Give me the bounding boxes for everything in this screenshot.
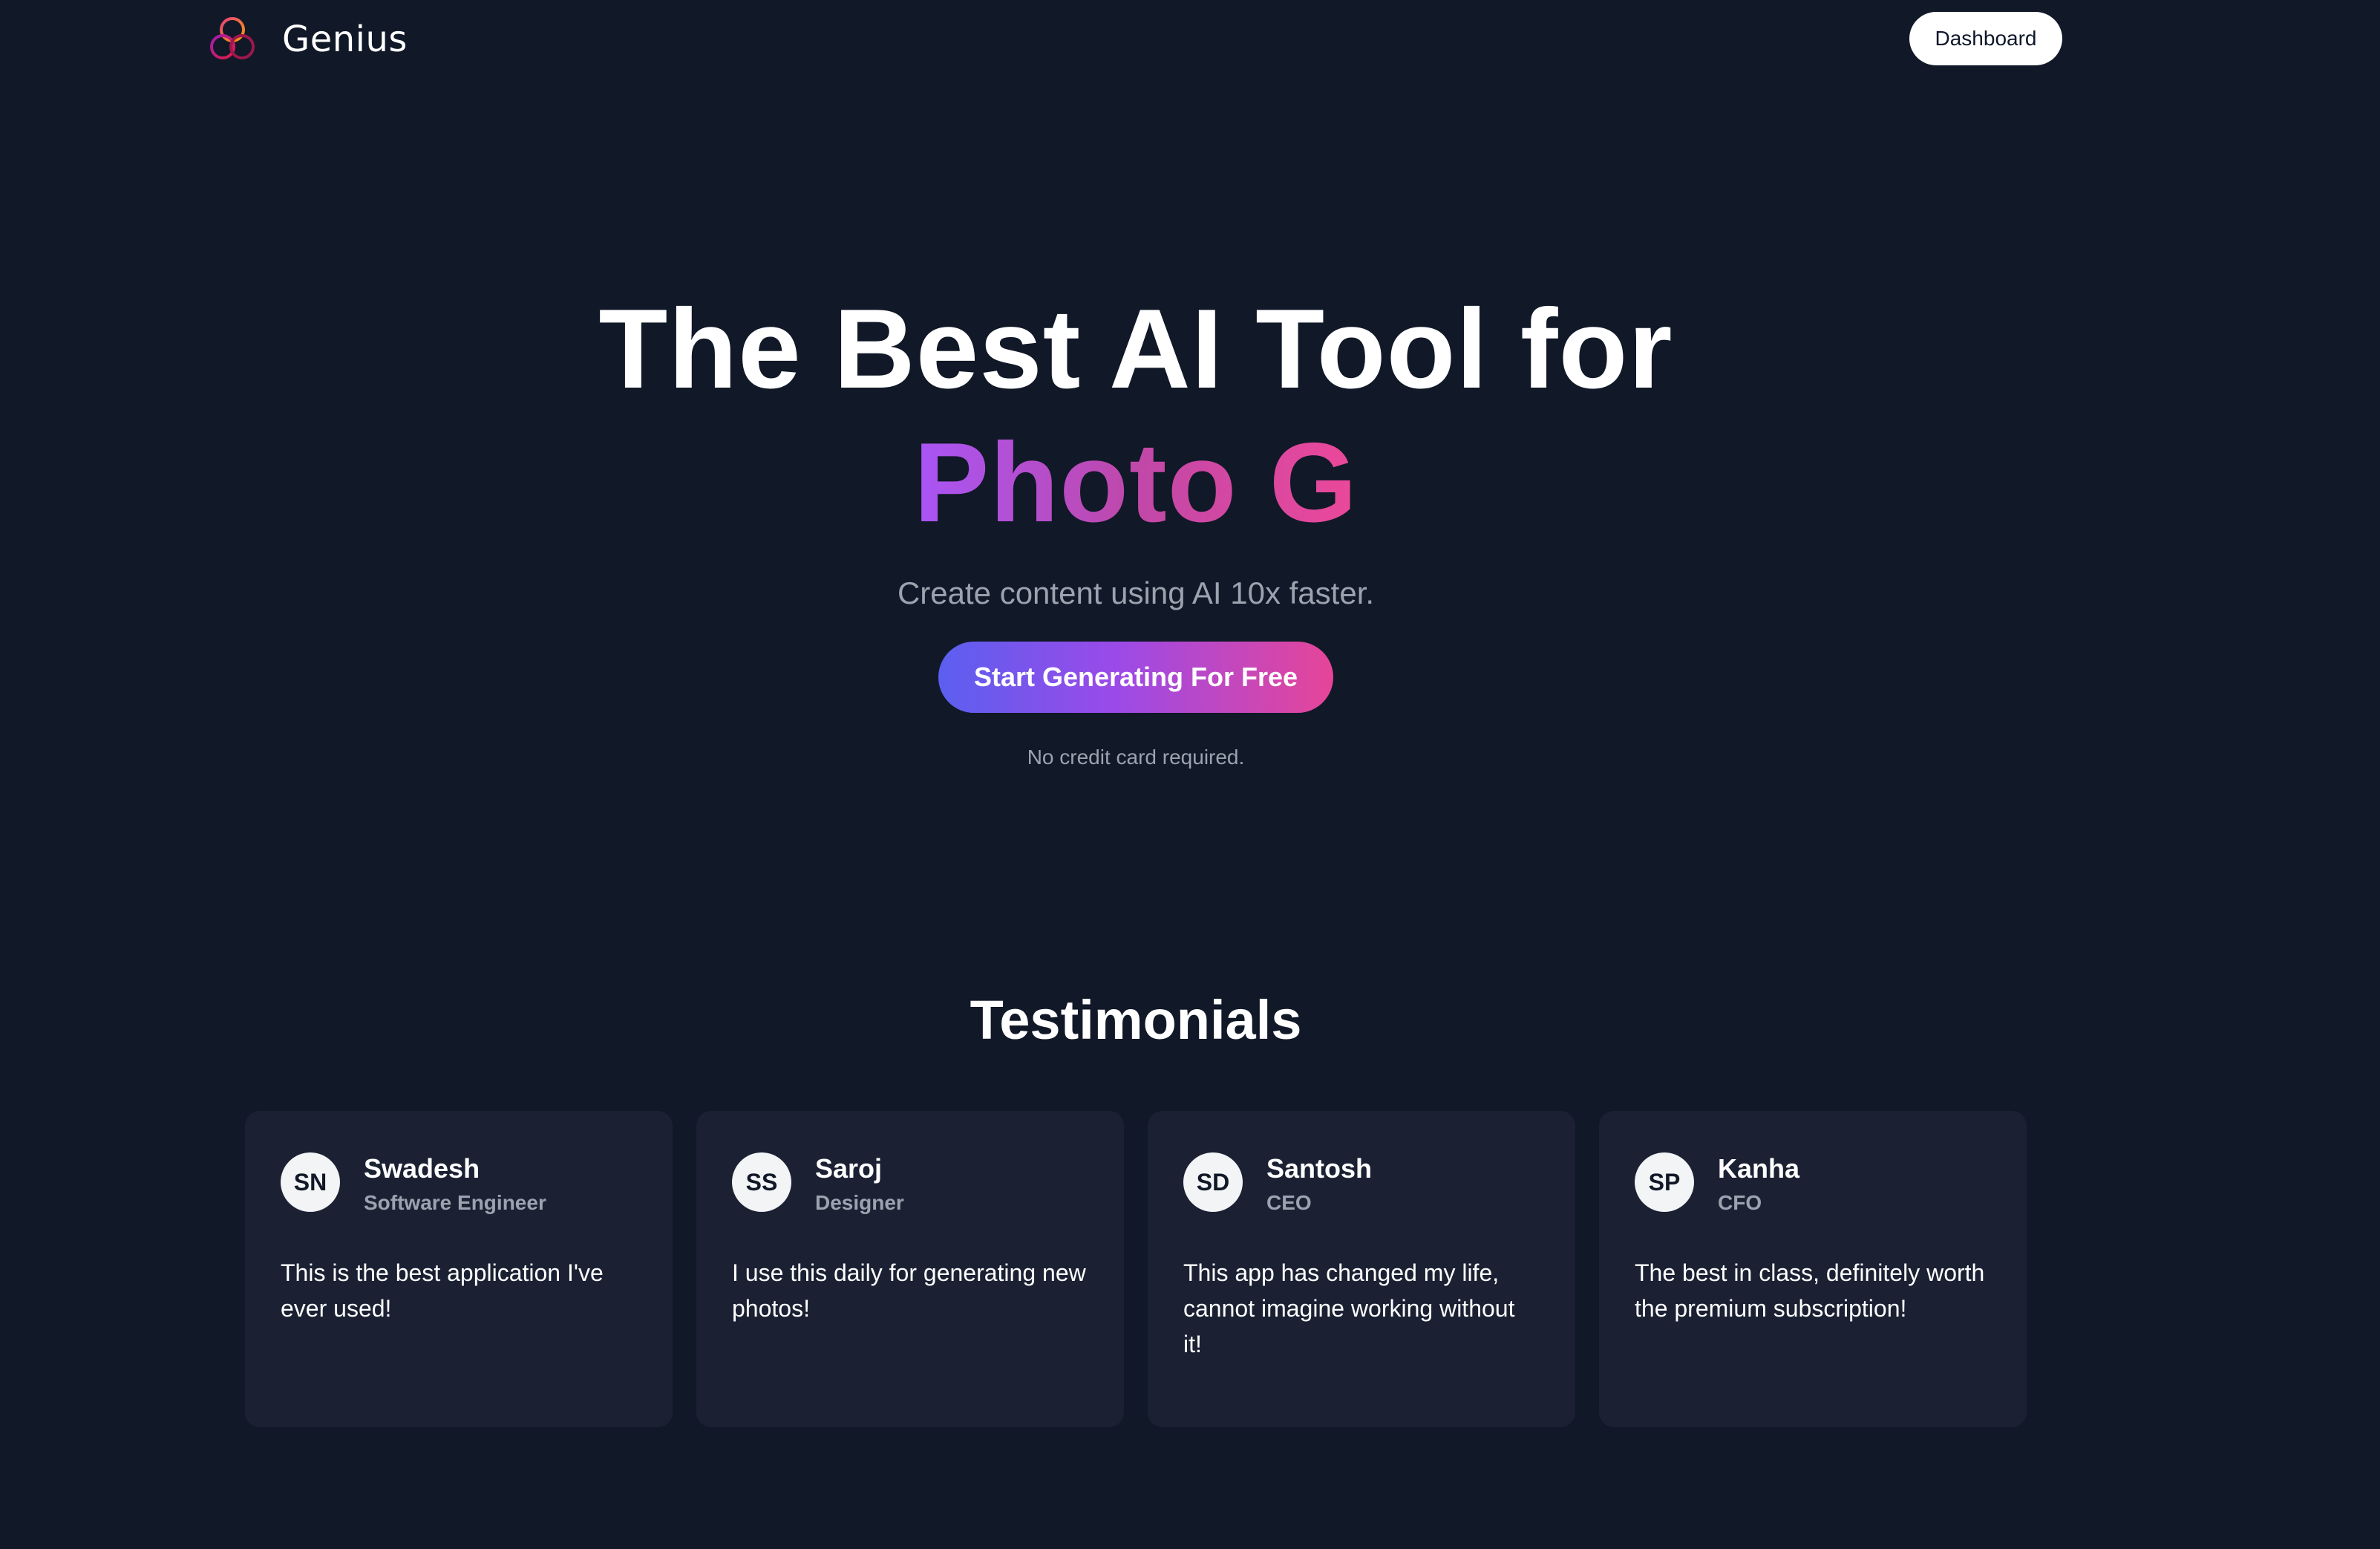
avatar: SN: [281, 1152, 340, 1212]
testimonials-heading: Testimonials: [970, 989, 1302, 1051]
author-name: Santosh: [1266, 1153, 1373, 1184]
testimonial-header: SN Swadesh Software Engineer: [281, 1152, 637, 1215]
author-name: Swadesh: [364, 1153, 480, 1184]
author-role: Designer: [815, 1191, 904, 1214]
testimonial-header: SD Santosh CEO: [1183, 1152, 1540, 1215]
dashboard-button[interactable]: Dashboard: [1909, 12, 2062, 65]
navbar: Genius Dashboard: [0, 0, 2380, 77]
testimonial-quote: This is the best application I've ever u…: [281, 1259, 604, 1322]
testimonial-author: Saroj Designer: [815, 1152, 904, 1215]
author-name: Saroj: [815, 1153, 883, 1184]
testimonial-header: SS Saroj Designer: [732, 1152, 1088, 1215]
brand-name: Genius: [282, 19, 408, 60]
author-name: Kanha: [1718, 1153, 1800, 1184]
hero-typed-text: Photo G: [914, 416, 1358, 550]
testimonial-card: SS Saroj Designer I use this daily for g…: [696, 1111, 1124, 1427]
author-role: Software Engineer: [364, 1191, 546, 1214]
testimonial-quote: The best in class, definitely worth the …: [1635, 1259, 1985, 1322]
testimonials-grid: SN Swadesh Software Engineer This is the…: [245, 1111, 2027, 1427]
testimonial-quote: I use this daily for generating new phot…: [732, 1259, 1086, 1322]
testimonial-quote: This app has changed my life, cannot ima…: [1183, 1259, 1515, 1357]
avatar: SD: [1183, 1152, 1243, 1212]
no-credit-card-note: No credit card required.: [1027, 746, 1245, 769]
hero-subtitle: Create content using AI 10x faster.: [897, 575, 1375, 610]
testimonial-header: SP Kanha CFO: [1635, 1152, 1991, 1215]
testimonial-author: Kanha CFO: [1718, 1152, 1799, 1215]
hero-section: The Best AI Tool for Photo G Create cont…: [0, 282, 2272, 769]
author-role: CEO: [1266, 1191, 1312, 1214]
avatar: SP: [1635, 1152, 1694, 1212]
testimonial-author: Swadesh Software Engineer: [364, 1152, 546, 1215]
testimonial-card: SN Swadesh Software Engineer This is the…: [245, 1111, 673, 1427]
author-role: CFO: [1718, 1191, 1762, 1214]
testimonial-card: SP Kanha CFO The best in class, definite…: [1599, 1111, 2027, 1427]
start-generating-button[interactable]: Start Generating For Free: [938, 642, 1333, 713]
testimonial-card: SD Santosh CEO This app has changed my l…: [1148, 1111, 1575, 1427]
testimonial-author: Santosh CEO: [1266, 1152, 1372, 1215]
brand-logo-link[interactable]: Genius: [206, 13, 408, 65]
avatar: SS: [732, 1152, 791, 1212]
interlocking-rings-logo-icon: [210, 17, 255, 59]
hero-title: The Best AI Tool for: [598, 286, 1673, 412]
